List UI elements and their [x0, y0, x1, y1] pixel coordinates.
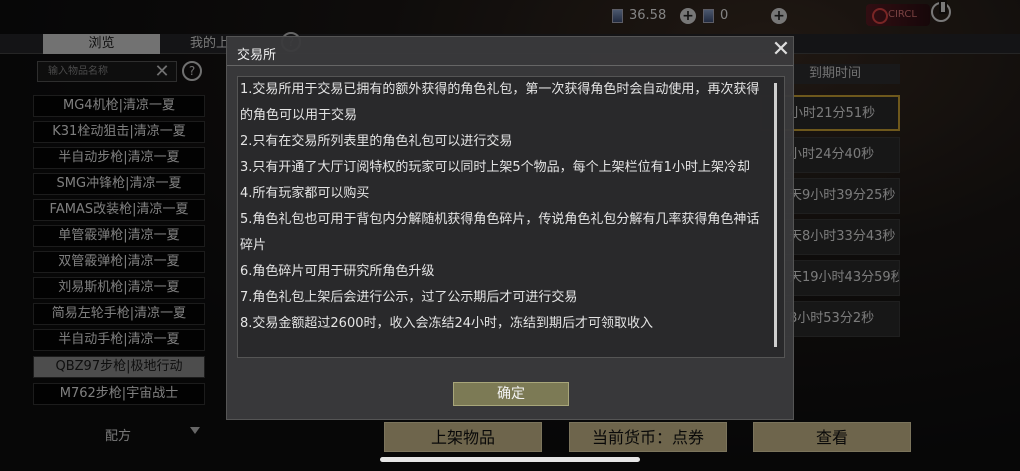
- dialog-title: 交易所: [237, 48, 277, 63]
- close-icon[interactable]: ✕: [771, 39, 791, 61]
- rule-line: 4.所有玩家都可以购买: [240, 186, 370, 201]
- rule-line: 的角色可以用于交易: [240, 108, 358, 123]
- rule-line: 1.交易所用于交易已拥有的额外获得的角色礼包，第一次获得角色时会自动使用，再次获…: [240, 82, 760, 97]
- rule-line: 3.只有开通了大厅订阅特权的玩家可以同时上架5个物品，每个上架栏位有1小时上架冷…: [240, 160, 750, 175]
- exchange-screen: { "topbar": { "currency1": "36.58", "cur…: [0, 0, 1020, 471]
- rule-line: 碎片: [240, 238, 267, 253]
- rule-line: 5.角色礼包也可用于背包内分解随机获得角色碎片，传说角色礼包分解有几率获得角色神…: [240, 212, 760, 227]
- rule-line: 6.角色碎片可用于研究所角色升级: [240, 264, 435, 279]
- rules-text-box[interactable]: 1.交易所用于交易已拥有的额外获得的角色礼包，第一次获得角色时会自动使用，再次获…: [237, 76, 785, 358]
- rule-line: 8.交易金额超过2600时，收入会冻结24小时，冻结到期后才可领取收入: [240, 316, 654, 331]
- exchange-rules-dialog: 交易所 ✕ 1.交易所用于交易已拥有的额外获得的角色礼包，第一次获得角色时会自动…: [226, 36, 794, 420]
- home-indicator[interactable]: [380, 457, 640, 462]
- scrollbar[interactable]: [774, 83, 777, 347]
- dialog-divider: [227, 65, 793, 66]
- confirm-button[interactable]: 确定: [453, 382, 569, 406]
- rule-line: 7.角色礼包上架后会进行公示，过了公示期后才可进行交易: [240, 290, 578, 305]
- rule-line: 2.只有在交易所列表里的角色礼包可以进行交易: [240, 134, 513, 149]
